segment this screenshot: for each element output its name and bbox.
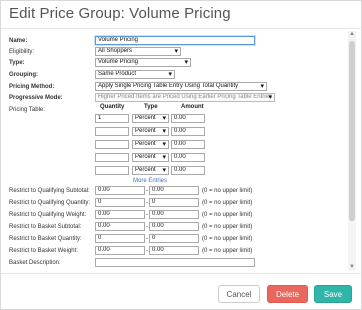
pricing-method-label: Pricing Method:	[9, 84, 55, 90]
restrict-basket-quantity-hint: (0 = no upper limit)	[202, 236, 253, 242]
restrict-basket-quantity-from-input[interactable]: 0	[95, 234, 145, 243]
pricing-table-label: Pricing Table:	[9, 107, 45, 113]
scrollbar-thumb[interactable]	[349, 41, 355, 221]
eligibility-select[interactable]: All Shoppers	[95, 47, 181, 56]
type-label: Type:	[9, 60, 25, 66]
tier-5-type-select[interactable]: Percent	[132, 166, 169, 175]
name-input[interactable]: Volume Pricing	[95, 36, 255, 45]
cancel-button[interactable]: Cancel	[218, 285, 260, 303]
tier-4-quantity-input[interactable]	[95, 153, 129, 162]
restrict-basket-weight-from-input[interactable]: 0.00	[95, 246, 145, 255]
restrict-basket-quantity-to-input[interactable]: 0	[149, 234, 199, 243]
basket-description-input[interactable]	[95, 258, 255, 267]
restrict-qualifying-subtotal-to-input[interactable]: 0.00	[149, 186, 199, 195]
tier-4-type-select[interactable]: Percent	[132, 153, 169, 162]
form-scroll-area: Name: Volume Pricing Eligibility: All Sh…	[1, 29, 362, 273]
grouping-select[interactable]: Same Product	[95, 70, 175, 79]
restrict-qualifying-weight-from-input[interactable]: 0.00	[95, 210, 145, 219]
eligibility-label: Eligibility:	[9, 49, 35, 55]
name-label: Name:	[9, 38, 28, 44]
basket-description-label: Basket Description:	[9, 260, 61, 266]
range-dash: -	[146, 248, 148, 254]
tier-3-quantity-input[interactable]	[95, 140, 129, 149]
tier-2-amount-input[interactable]: 0.00	[171, 127, 205, 136]
quantity-column-header: Quantity	[100, 104, 125, 110]
tier-2-type-select[interactable]: Percent	[132, 127, 169, 136]
amount-column-header: Amount	[181, 104, 204, 110]
tier-5-amount-input[interactable]: 0.00	[171, 166, 205, 175]
restrict-qualifying-quantity-from-input[interactable]: 0	[95, 198, 145, 207]
grouping-label: Grouping:	[9, 72, 38, 78]
tier-1-amount-input[interactable]: 0.00	[171, 114, 205, 123]
scroll-up-arrow-icon[interactable]: ▲	[349, 31, 355, 37]
tier-2-quantity-input[interactable]	[95, 127, 129, 136]
restrict-qualifying-quantity-hint: (0 = no upper limit)	[202, 200, 253, 206]
restrict-basket-subtotal-from-input[interactable]: 0.00	[95, 222, 145, 231]
footer-divider	[1, 273, 362, 274]
range-dash: -	[146, 200, 148, 206]
scroll-down-arrow-icon[interactable]: ▼	[349, 264, 355, 270]
tier-4-amount-input[interactable]: 0.00	[171, 153, 205, 162]
edit-price-group-dialog: Edit Price Group: Volume Pricing Name: V…	[0, 0, 362, 310]
restrict-basket-quantity-label: Restrict to Basket Quantity:	[9, 236, 82, 242]
type-column-header: Type	[144, 104, 158, 110]
delete-button[interactable]: Delete	[267, 285, 308, 303]
tier-3-type-select[interactable]: Percent	[132, 140, 169, 149]
tier-5-quantity-input[interactable]	[95, 166, 129, 175]
tier-1-type-select[interactable]: Percent	[132, 114, 169, 123]
restrict-basket-weight-label: Restrict to Basket Weight:	[9, 248, 78, 254]
range-dash: -	[146, 224, 148, 230]
progressive-mode-label: Progressive Mode:	[9, 95, 63, 101]
more-entries-link[interactable]: More Entries	[133, 178, 167, 184]
tier-1-quantity-input[interactable]: 1	[95, 114, 129, 123]
restrict-qualifying-subtotal-hint: (0 = no upper limit)	[202, 188, 253, 194]
restrict-qualifying-weight-hint: (0 = no upper limit)	[202, 212, 253, 218]
restrict-qualifying-quantity-label: Restrict to Qualifying Quantity:	[9, 200, 91, 206]
restrict-basket-subtotal-hint: (0 = no upper limit)	[202, 224, 253, 230]
restrict-basket-weight-to-input[interactable]: 0.00	[149, 246, 199, 255]
restrict-basket-weight-hint: (0 = no upper limit)	[202, 248, 253, 254]
tier-3-amount-input[interactable]: 0.00	[171, 140, 205, 149]
range-dash: -	[146, 188, 148, 194]
range-dash: -	[146, 236, 148, 242]
restrict-qualifying-weight-label: Restrict to Qualifying Weight:	[9, 212, 87, 218]
progressive-mode-select[interactable]: Higher Priced Items are Priced Using Ear…	[95, 93, 275, 102]
range-dash: -	[146, 212, 148, 218]
save-button[interactable]: Save	[314, 285, 352, 303]
restrict-basket-subtotal-to-input[interactable]: 0.00	[149, 222, 199, 231]
dialog-title: Edit Price Group: Volume Pricing	[9, 5, 231, 22]
pricing-method-select[interactable]: Apply Single Pricing Table Entry Using T…	[95, 82, 267, 91]
type-select[interactable]: Volume Pricing	[95, 58, 191, 67]
restrict-qualifying-quantity-to-input[interactable]: 0	[149, 198, 199, 207]
restrict-qualifying-subtotal-from-input[interactable]: 0.00	[95, 186, 145, 195]
restrict-basket-subtotal-label: Restrict to Basket Subtotal:	[9, 224, 82, 230]
restrict-qualifying-subtotal-label: Restrict to Qualifying Subtotal:	[9, 188, 90, 194]
restrict-qualifying-weight-to-input[interactable]: 0.00	[149, 210, 199, 219]
